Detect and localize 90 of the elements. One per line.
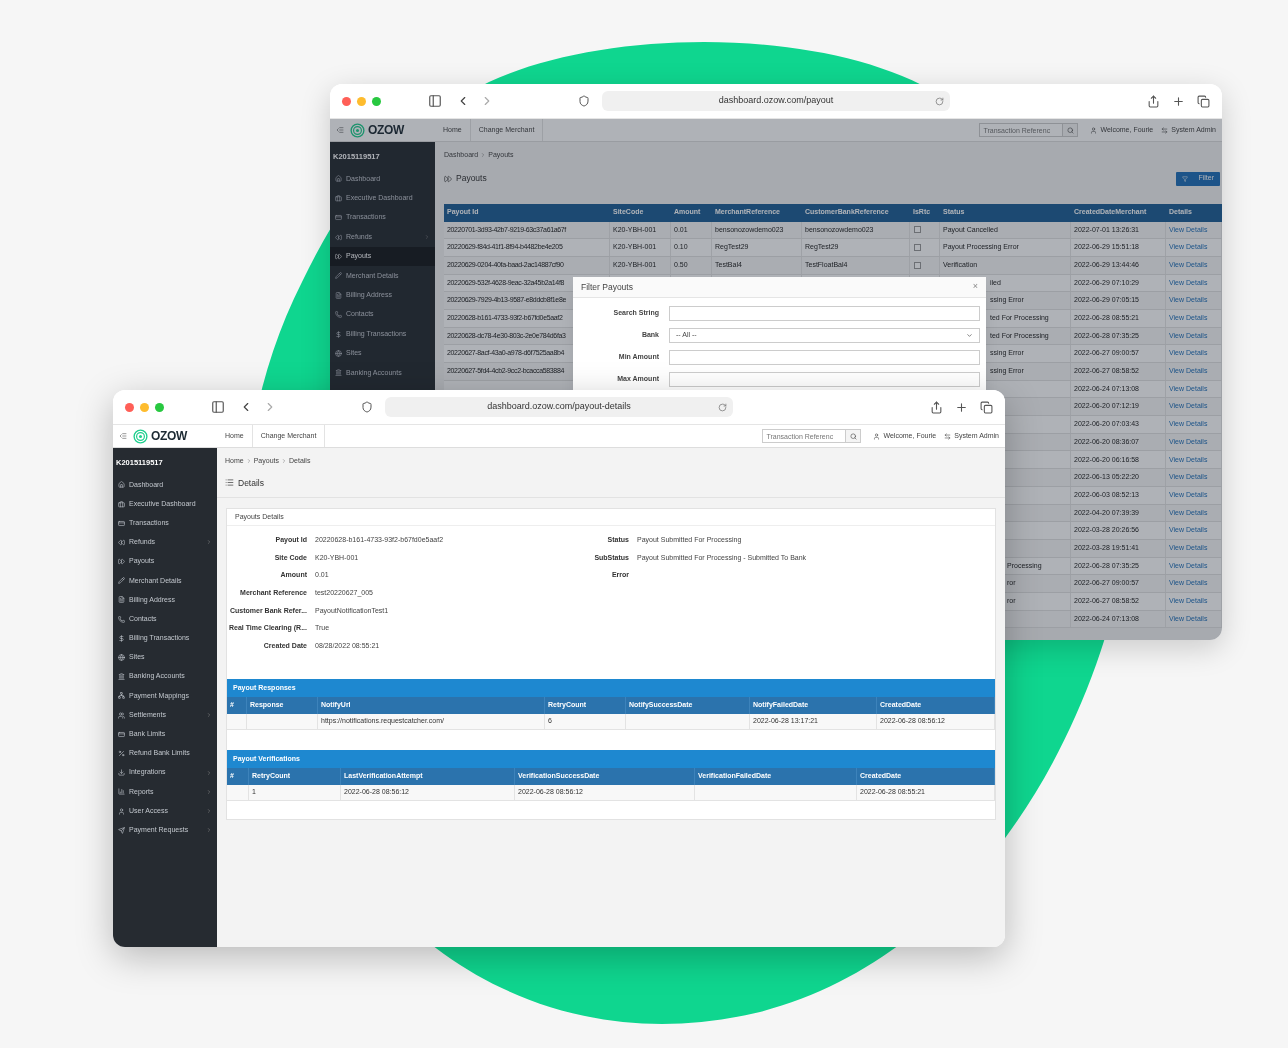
network-icon: [118, 692, 125, 700]
fast-forward-icon: [118, 558, 125, 566]
input-field[interactable]: [669, 372, 980, 387]
card-icon: [118, 519, 125, 527]
user-icon: [1090, 126, 1098, 134]
rewind-icon: [118, 538, 125, 546]
card-icon: [118, 730, 125, 738]
logo-text: OZOW: [368, 122, 405, 139]
document-icon: [335, 291, 342, 299]
shield-icon[interactable]: [361, 401, 373, 413]
separator-icon: [245, 458, 252, 465]
home-icon: [118, 481, 125, 489]
close-button[interactable]: [342, 96, 351, 106]
chevron-icon: [966, 332, 973, 339]
chevron-icon: [206, 808, 212, 815]
share-icon[interactable]: [1147, 94, 1160, 108]
home-icon: [335, 175, 342, 183]
checkbox[interactable]: [914, 244, 921, 252]
input-field[interactable]: [669, 350, 980, 365]
tabs-icon[interactable]: [1197, 94, 1210, 108]
logo-text: OZOW: [151, 428, 188, 445]
briefcase-icon: [118, 500, 125, 508]
url-text: dashboard.ozow.com/payout-details: [487, 400, 631, 414]
input-field[interactable]: [669, 306, 980, 321]
switch-icon: [944, 432, 952, 440]
separator-icon: [480, 152, 487, 159]
fast-forward-icon: [335, 253, 342, 260]
url-text: dashboard.ozow.com/payout: [718, 94, 834, 108]
reload-icon[interactable]: [718, 402, 727, 412]
address-bar[interactable]: dashboard.ozow.com/payout: [602, 91, 950, 111]
phone-icon: [335, 311, 342, 319]
pencil-icon: [335, 272, 342, 280]
sidebar-toggle-icon[interactable]: [211, 400, 225, 414]
share-icon[interactable]: [930, 400, 943, 414]
send-icon: [118, 826, 125, 834]
minimize-button[interactable]: [357, 96, 366, 106]
dollar-icon: [118, 634, 125, 642]
reload-icon[interactable]: [935, 96, 944, 106]
chevron-icon: [424, 234, 430, 241]
chevron-icon: [206, 712, 212, 719]
pencil-icon: [118, 577, 125, 585]
briefcase-icon: [335, 194, 342, 202]
chevron-icon: [206, 539, 212, 546]
checkbox[interactable]: [914, 261, 921, 269]
user-icon: [118, 807, 125, 815]
minimize-button[interactable]: [140, 402, 149, 412]
zoom-button[interactable]: [372, 96, 381, 106]
dollar-icon: [335, 330, 342, 338]
list-icon: [225, 478, 234, 488]
globe-icon: [118, 654, 125, 662]
zoom-button[interactable]: [155, 402, 164, 412]
chevron-icon: [206, 827, 212, 834]
new-tab-icon[interactable]: [955, 400, 968, 414]
sidebar-toggle-icon[interactable]: [428, 94, 442, 108]
page-heading: Details: [238, 476, 264, 490]
separator-icon: [281, 458, 287, 465]
tabs-icon[interactable]: [980, 400, 993, 414]
dialog-title: Filter Payouts: [581, 280, 634, 294]
new-tab-icon[interactable]: [1172, 94, 1185, 108]
funnel-icon: [1182, 175, 1189, 182]
document-icon: [118, 596, 125, 604]
download-icon: [118, 769, 125, 777]
bar-chart-icon: [118, 788, 125, 796]
spiral-logo-icon: [350, 122, 365, 138]
bank-icon: [335, 369, 342, 377]
shield-icon[interactable]: [578, 95, 590, 107]
fast-forward-icon: [444, 174, 452, 183]
users-icon: [118, 711, 125, 719]
rewind-icon: [335, 233, 342, 241]
checkbox[interactable]: [914, 226, 921, 234]
menu-icon[interactable]: [336, 126, 344, 134]
spiral-logo-icon: [133, 428, 148, 444]
search-button[interactable]: [846, 429, 862, 443]
search-icon: [849, 432, 857, 440]
search-button[interactable]: [1063, 123, 1079, 137]
globe-icon: [335, 349, 342, 357]
address-bar[interactable]: dashboard.ozow.com/payout-details: [385, 397, 733, 417]
page-heading: Payouts: [456, 172, 487, 185]
phone-icon: [118, 615, 125, 623]
search-icon: [1066, 126, 1074, 134]
user-icon: [873, 432, 881, 440]
switch-icon: [1161, 126, 1169, 134]
close-button[interactable]: [125, 402, 134, 412]
chevron-icon: [206, 788, 212, 795]
percent-icon: [118, 749, 125, 757]
card-icon: [335, 214, 342, 222]
bank-icon: [118, 673, 125, 681]
chevron-icon: [206, 769, 212, 776]
menu-icon[interactable]: [119, 432, 127, 440]
close-button[interactable]: ×: [972, 280, 978, 294]
